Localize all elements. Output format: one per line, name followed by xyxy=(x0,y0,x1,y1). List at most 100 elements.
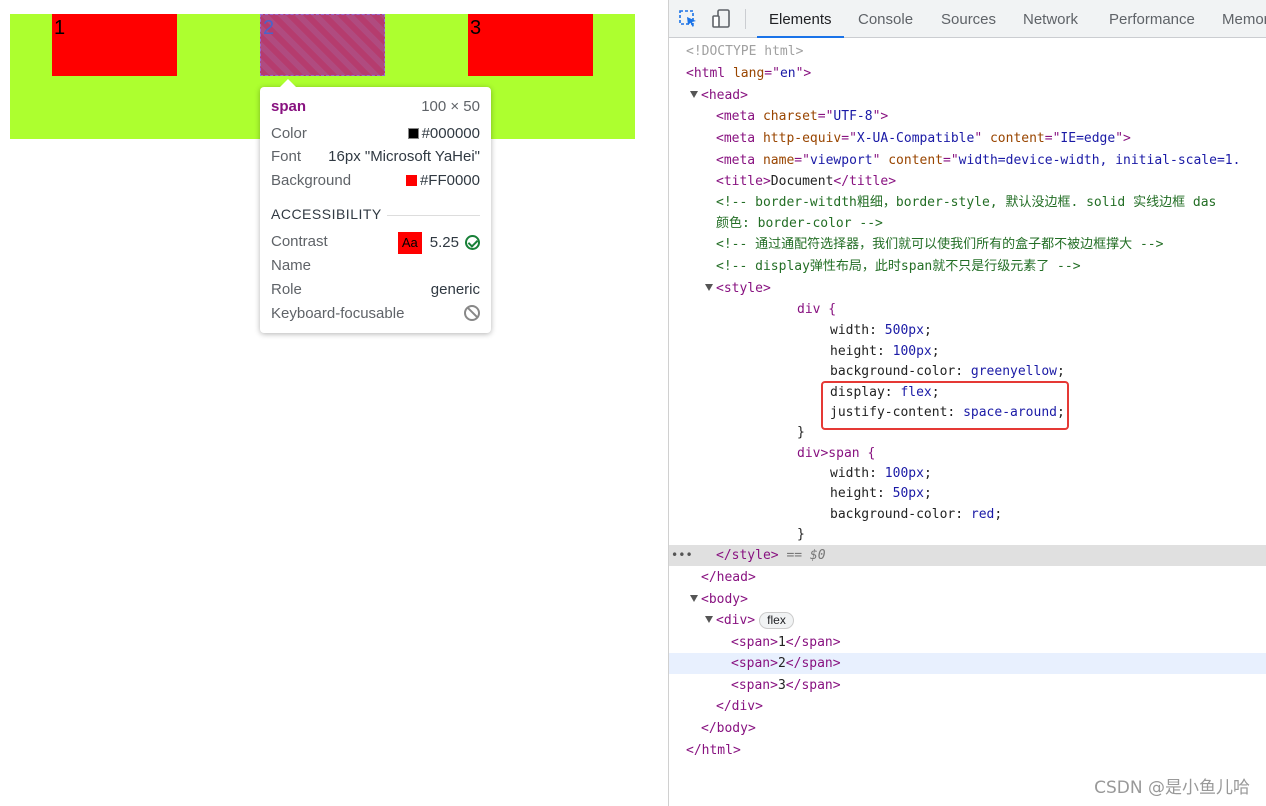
meta-close: > xyxy=(1123,131,1131,146)
flex-badge[interactable]: flex xyxy=(759,612,794,629)
tooltip-font-value: 16px "Microsoft YaHei" xyxy=(328,148,480,165)
css-span-width[interactable]: width: 100px; xyxy=(669,463,1266,484)
comment-text: 颜色: border-color --> xyxy=(716,216,883,231)
ellipsis-icon[interactable]: ••• xyxy=(671,545,693,566)
dom-span-3[interactable]: <span>3</span> xyxy=(669,675,1266,696)
tooltip-size: 100 × 50 xyxy=(421,98,480,115)
dom-div-open[interactable]: <div> flex xyxy=(669,610,1266,631)
toolbar-separator xyxy=(745,9,746,29)
dom-comment-3[interactable]: <!-- display弹性布局，此时span就不只是行级元素了 --> xyxy=(669,256,1266,277)
body-tag: <body> xyxy=(701,592,748,607)
tooltip-color-value-wrap: #000000 xyxy=(407,124,480,144)
dom-style-open[interactable]: <style> xyxy=(669,278,1266,299)
tooltip-contrast-row: Contrast Aa 5.25 xyxy=(271,232,480,254)
dom-title[interactable]: <title>Document</title> xyxy=(669,171,1266,192)
tooltip-tag-name: span xyxy=(271,98,307,115)
tooltip-keyboard-value xyxy=(464,304,480,324)
css-prop-name: width xyxy=(830,323,870,338)
comment-text: <!-- display弹性布局，此时span就不只是行级元素了 --> xyxy=(716,259,1081,274)
flex-item-3-text: 3 xyxy=(470,17,482,39)
css-prop-value: 100px xyxy=(884,466,924,481)
meta-attr: content xyxy=(888,153,944,168)
tab-sources[interactable]: Sources xyxy=(941,0,996,37)
dom-span-2[interactable]: <span>2</span> xyxy=(669,653,1266,674)
meta-value: width=device-width, initial-scale=1. xyxy=(958,153,1241,168)
span-close-tag: </span> xyxy=(785,635,841,650)
dom-comment-1[interactable]: <!-- border-witdth粗细，border-style, 默认没边框… xyxy=(669,192,1266,213)
expand-triangle-icon[interactable] xyxy=(705,616,713,623)
dom-comment-1-cont[interactable]: 颜色: border-color --> xyxy=(669,213,1266,234)
tooltip-font-row: Font 16px "Microsoft YaHei" xyxy=(271,147,480,167)
css-brace: } xyxy=(797,425,805,440)
tooltip-role-label: Role xyxy=(271,281,302,298)
dom-meta-compat[interactable]: <meta http-equiv="X-UA-Compatible" conte… xyxy=(669,128,1266,149)
span-close-tag: </span> xyxy=(785,678,841,693)
meta-attr: content xyxy=(989,131,1045,146)
dom-span-1[interactable]: <span>1</span> xyxy=(669,632,1266,653)
tab-elements[interactable]: Elements xyxy=(757,0,844,38)
tooltip-background-value-wrap: #FF0000 xyxy=(405,171,480,191)
css-prop-value: space-around xyxy=(963,405,1057,420)
dom-div-close[interactable]: </div> xyxy=(669,696,1266,717)
css-prop-width[interactable]: width: 500px; xyxy=(669,320,1266,341)
css-prop-display[interactable]: display: flex; xyxy=(669,382,1266,403)
css-div-close[interactable]: } xyxy=(669,422,1266,443)
meta-attr: name xyxy=(762,153,795,168)
dom-doctype[interactable]: <!DOCTYPE html> xyxy=(669,41,1266,62)
css-prop-value: 50px xyxy=(892,486,924,501)
meta-attr: http-equiv xyxy=(762,131,842,146)
flex-item-2[interactable] xyxy=(260,14,385,76)
tooltip-background-label: Background xyxy=(271,172,352,189)
device-toolbar-icon[interactable] xyxy=(711,9,733,29)
head-close-tag: </head> xyxy=(701,570,756,585)
css-prop-name: height xyxy=(830,344,877,359)
dom-meta-viewport[interactable]: <meta name="viewport" content="width=dev… xyxy=(669,150,1266,171)
color-swatch-icon xyxy=(407,128,419,139)
css-span-background[interactable]: background-color: red; xyxy=(669,504,1266,525)
tab-performance[interactable]: Performance xyxy=(1109,0,1195,37)
dom-comment-2[interactable]: <!-- 通过通配符选择器，我们就可以使我们所有的盒子都不被边框撑大 --> xyxy=(669,234,1266,255)
page-preview: 1 3 2 span 100 × 50 Color #000000 Font 1… xyxy=(0,0,668,806)
tab-console[interactable]: Console xyxy=(858,0,913,37)
expand-triangle-icon[interactable] xyxy=(690,91,698,98)
flex-item-1[interactable]: 1 xyxy=(52,14,177,76)
dom-body-close[interactable]: </body> xyxy=(669,718,1266,739)
css-div-selector[interactable]: div { xyxy=(669,299,1266,320)
dom-head-close[interactable]: </head> xyxy=(669,567,1266,588)
div-close-tag: </div> xyxy=(716,699,763,714)
style-close-tag: </style> xyxy=(716,548,779,563)
css-prop-name: width xyxy=(830,466,870,481)
html-tag: <html xyxy=(686,66,726,81)
tooltip-name-label: Name xyxy=(271,257,312,274)
dom-style-close[interactable]: ••• </style> == $0 xyxy=(669,545,1266,566)
tooltip-name-row: Name xyxy=(271,256,480,276)
expand-triangle-icon[interactable] xyxy=(705,284,713,291)
inspect-element-icon[interactable] xyxy=(678,9,700,29)
dom-meta-charset[interactable]: <meta charset="UTF-8"> xyxy=(669,106,1266,127)
dom-html-open[interactable]: <html lang="en"> xyxy=(669,63,1266,84)
tab-network[interactable]: Network xyxy=(1023,0,1078,37)
css-prop-name: background-color xyxy=(830,364,956,379)
meta-attr: charset xyxy=(762,109,818,124)
css-prop-justify-content[interactable]: justify-content: space-around; xyxy=(669,402,1266,423)
span-open-tag: <span> xyxy=(731,635,778,650)
expand-triangle-icon[interactable] xyxy=(690,595,698,602)
flex-item-3[interactable]: 3 xyxy=(468,14,593,76)
tooltip-color-label: Color xyxy=(271,125,307,142)
meta-value: UTF-8 xyxy=(833,109,873,124)
dom-body-open[interactable]: <body> xyxy=(669,589,1266,610)
css-span-close[interactable]: } xyxy=(669,524,1266,545)
css-prop-background[interactable]: background-color: greenyellow; xyxy=(669,361,1266,382)
watermark: CSDN @是小鱼儿哈 xyxy=(1094,778,1250,798)
css-span-height[interactable]: height: 50px; xyxy=(669,483,1266,504)
css-prop-height[interactable]: height: 100px; xyxy=(669,341,1266,362)
css-prop-name: display xyxy=(830,385,885,400)
comment-text: <!-- 通过通配符选择器，我们就可以使我们所有的盒子都不被边框撑大 --> xyxy=(716,237,1164,252)
html-close-tag: </html> xyxy=(686,743,741,758)
css-span-selector[interactable]: div>span { xyxy=(669,443,1266,464)
dom-head-open[interactable]: <head> xyxy=(669,85,1266,106)
dom-html-close[interactable]: </html> xyxy=(669,740,1266,761)
tab-memory[interactable]: Memor xyxy=(1222,0,1266,37)
css-prop-value: 100px xyxy=(892,344,932,359)
div-tag: <div> xyxy=(716,613,756,628)
